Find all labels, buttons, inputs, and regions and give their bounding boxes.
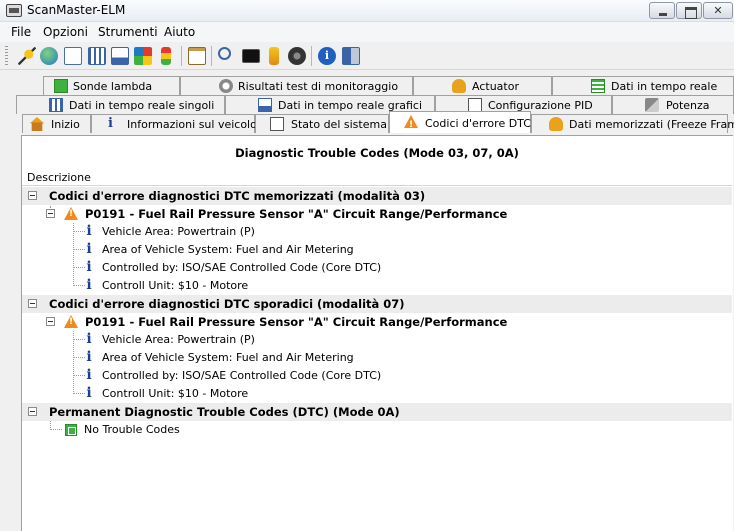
tree-item-detail[interactable]: i Area of Vehicle System: Fuel and Air M… xyxy=(22,241,732,259)
grid-icon[interactable] xyxy=(88,47,106,65)
warning-icon xyxy=(64,315,78,328)
warning-icon xyxy=(404,115,418,134)
dtc-panel: Diagnostic Trouble Codes (Mode 03, 07, 0… xyxy=(21,135,733,531)
tree-item-no-codes[interactable]: No Trouble Codes xyxy=(22,421,732,439)
graph-icon[interactable] xyxy=(134,47,152,65)
tree-item-detail[interactable]: i Controlled by: ISO/SAE Controlled Code… xyxy=(22,259,732,277)
info-icon: i xyxy=(86,367,92,383)
tab-sonde-lambda[interactable]: Sonde lambda xyxy=(43,76,180,95)
toolbar-separator xyxy=(311,46,312,66)
exit-icon[interactable] xyxy=(342,47,360,65)
toolbar-separator xyxy=(211,46,212,66)
globe-icon[interactable] xyxy=(40,47,58,65)
toolbar-grip[interactable] xyxy=(5,46,8,66)
maximize-button[interactable] xyxy=(676,2,702,19)
tree-item-dtc[interactable]: P0191 - Fuel Rail Pressure Sensor "A" Ci… xyxy=(22,313,732,331)
window-title: ScanMaster-ELM xyxy=(27,3,126,17)
collapse-icon[interactable] xyxy=(46,317,55,326)
tab-dati-singoli[interactable]: Dati in tempo reale singoli xyxy=(16,95,225,114)
info-icon: i xyxy=(86,259,92,275)
menu-strumenti[interactable]: Strumenti xyxy=(98,25,158,39)
terminal-icon[interactable] xyxy=(242,49,260,63)
tree-item-detail[interactable]: i Vehicle Area: Powertrain (P) xyxy=(22,223,732,241)
tab-stato-sistema[interactable]: Stato del sistema xyxy=(255,114,389,133)
tab-codici-errore-dtc[interactable]: Codici d'errore DTC xyxy=(389,111,531,134)
warning-icon xyxy=(64,207,78,220)
chart-icon xyxy=(258,98,272,112)
home-icon xyxy=(30,117,44,131)
menu-aiuto[interactable]: Aiuto xyxy=(164,25,195,39)
sensor-icon xyxy=(54,79,68,93)
tab-risultati-test[interactable]: Risultati test di monitoraggio xyxy=(180,76,413,95)
tree-item-detail[interactable]: i Area of Vehicle System: Fuel and Air M… xyxy=(22,349,732,367)
collapse-icon[interactable] xyxy=(28,299,37,308)
minimize-button[interactable] xyxy=(649,2,675,19)
document-icon[interactable] xyxy=(64,47,82,65)
search-icon[interactable] xyxy=(218,47,231,60)
tab-dati-memorizzati[interactable]: Dati memorizzati (Freeze Frame) xyxy=(531,114,734,133)
close-button[interactable]: ✕ xyxy=(703,2,733,19)
tree-section-memorizzati[interactable]: Codici d'errore diagnostici DTC memorizz… xyxy=(22,187,732,205)
panel-title: Diagnostic Trouble Codes (Mode 03, 07, 0… xyxy=(235,146,519,160)
menu-file[interactable]: File xyxy=(11,25,31,39)
info-icon: i xyxy=(86,223,92,239)
info-icon: i xyxy=(108,116,113,131)
toolbar-separator xyxy=(181,46,182,66)
info-icon: i xyxy=(86,331,92,347)
ok-icon xyxy=(65,424,77,436)
tab-actuator[interactable]: Actuator xyxy=(413,76,552,95)
chart-icon[interactable] xyxy=(111,47,129,65)
app-icon xyxy=(6,4,22,17)
tree-item-detail[interactable]: i Controll Unit: $10 - Motore xyxy=(22,385,732,403)
tree-item-detail[interactable]: i Controll Unit: $10 - Motore xyxy=(22,277,732,295)
toolbar: i xyxy=(0,42,734,70)
header-divider xyxy=(22,185,732,186)
collapse-icon[interactable] xyxy=(46,209,55,218)
tree-section-sporadici[interactable]: Codici d'errore diagnostici DTC sporadic… xyxy=(22,295,732,313)
close-icon: ✕ xyxy=(713,4,723,17)
list-icon xyxy=(591,79,605,93)
traffic-light-icon[interactable] xyxy=(161,47,171,65)
tab-dati-tempo-reale[interactable]: Dati in tempo reale xyxy=(552,76,734,95)
collapse-icon[interactable] xyxy=(28,407,37,416)
info-icon: i xyxy=(86,385,92,401)
tree-item-dtc[interactable]: P0191 - Fuel Rail Pressure Sensor "A" Ci… xyxy=(22,205,732,223)
info-icon: i xyxy=(86,241,92,257)
tab-informazioni-veicolo[interactable]: i Informazioni sul veicolo xyxy=(91,114,257,133)
clipboard-icon[interactable] xyxy=(188,47,206,65)
info-icon[interactable]: i xyxy=(318,47,336,65)
info-icon: i xyxy=(86,349,92,365)
tab-inizio[interactable]: Inizio xyxy=(22,114,91,133)
tree-item-detail[interactable]: i Controlled by: ISO/SAE Controlled Code… xyxy=(22,367,732,385)
status-icon xyxy=(270,117,284,131)
connect-icon[interactable] xyxy=(18,47,36,65)
column-header-descrizione[interactable]: Descrizione xyxy=(27,171,91,184)
tree-section-permanent[interactable]: Permanent Diagnostic Trouble Codes (DTC)… xyxy=(22,403,732,421)
collapse-icon[interactable] xyxy=(28,191,37,200)
gauge-icon[interactable] xyxy=(288,47,306,65)
gear-icon xyxy=(219,79,233,93)
freeze-frame-icon xyxy=(549,117,563,131)
title-bar: ScanMaster-ELM ✕ xyxy=(0,0,734,22)
engine-icon xyxy=(645,98,659,112)
tab-potenza[interactable]: Potenza xyxy=(612,95,734,114)
grid-icon xyxy=(49,98,63,112)
tree-item-detail[interactable]: i Vehicle Area: Powertrain (P) xyxy=(22,331,732,349)
config-icon xyxy=(468,98,482,112)
menu-bar: File Opzioni Strumenti Aiuto xyxy=(0,22,734,42)
fuel-icon[interactable] xyxy=(269,47,279,65)
info-icon: i xyxy=(86,277,92,293)
actuator-icon xyxy=(452,79,466,93)
menu-opzioni[interactable]: Opzioni xyxy=(43,25,88,39)
